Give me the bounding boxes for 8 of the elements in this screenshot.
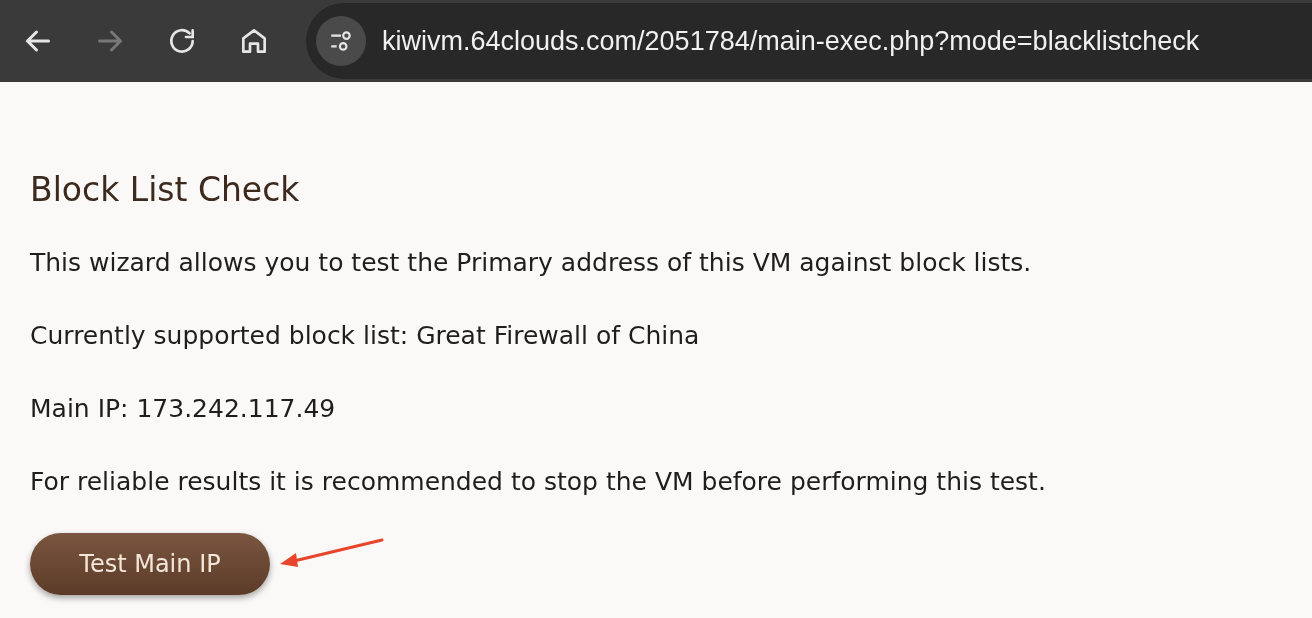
test-main-ip-button[interactable]: Test Main IP [30, 533, 270, 595]
body-text: Main IP: 173.242.117.49 [30, 394, 337, 424]
body-text: For reliable results it is recommended to stop the VM before performing this test. [30, 467, 1047, 497]
url-text: kiwivm.64clouds.com/2051784/main-exec.php?mode=blacklistcheck [382, 24, 1200, 58]
address-bar[interactable]: kiwivm.64clouds.com/2051784/main-exec.php?mode=blacklistcheck [306, 3, 1312, 79]
body-text: Currently supported block list: Great Firewall of China [30, 321, 701, 351]
page-heading: Block List Check [30, 169, 301, 211]
body-text: This wizard allows you to test the Primary address of this VM against block lists. [30, 248, 1033, 278]
